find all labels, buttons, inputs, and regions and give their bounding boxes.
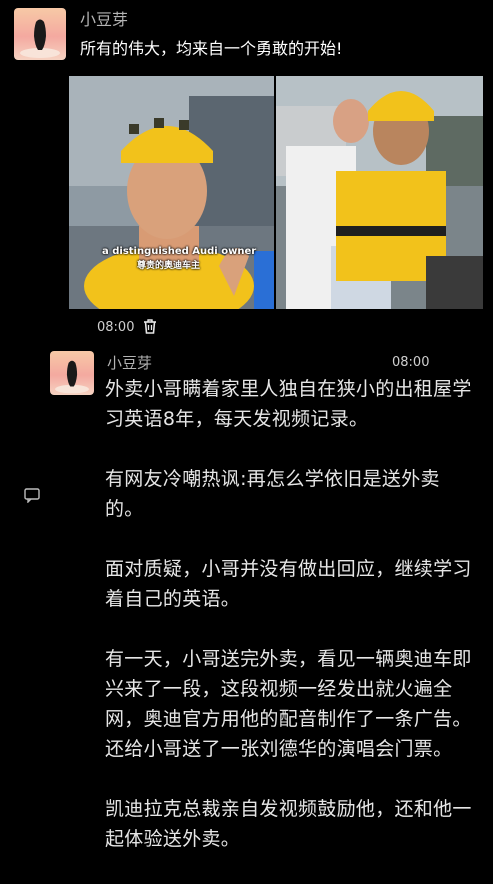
post-username[interactable]: 小豆芽 [107,352,152,373]
avatar[interactable] [14,8,66,60]
post-paragraph: 外卖小哥瞒着家里人独自在狭小的出租屋学习英语8年，每天发视频记录。 [105,378,472,430]
post-paragraph: 有网友冷嘲热讽:再怎么学依旧是送外卖的。 [105,468,440,520]
trash-icon[interactable] [142,318,158,335]
video-thumbnail-left[interactable]: a distinguished Audi owner 尊贵的奥迪车主 [69,76,274,309]
video-subtitle-cn: 尊贵的奥迪车主 [137,261,201,271]
video-subtitle-en: a distinguished Audi owner [102,246,257,257]
post-time: 08:00 [392,355,430,370]
video-thumbnail-right[interactable] [276,76,483,309]
post-body: 外卖小哥瞒着家里人独自在狭小的出租屋学习英语8年，每天发视频记录。 有网友冷嘲热… [105,374,477,884]
post-username[interactable]: 小豆芽 [80,10,128,30]
comment-icon[interactable] [24,488,40,504]
avatar[interactable] [50,351,94,395]
post-paragraph: 面对质疑，小哥并没有做出回应，继续学习着自己的英语。 [105,558,472,610]
post-caption: 所有的伟大，均来自一个勇敢的开始! [80,39,343,58]
avatar-image [50,351,94,395]
avatar-image [14,8,66,60]
post-time: 08:00 [97,320,135,335]
post-paragraph: 凯迪拉克总裁亲自发视频鼓励他，还和他一起体验送外卖。 [105,798,472,850]
post-paragraph: 有一天，小哥送完外卖，看见一辆奥迪车即兴来了一段，这段视频一经发出就火遍全网，奥… [105,648,472,760]
